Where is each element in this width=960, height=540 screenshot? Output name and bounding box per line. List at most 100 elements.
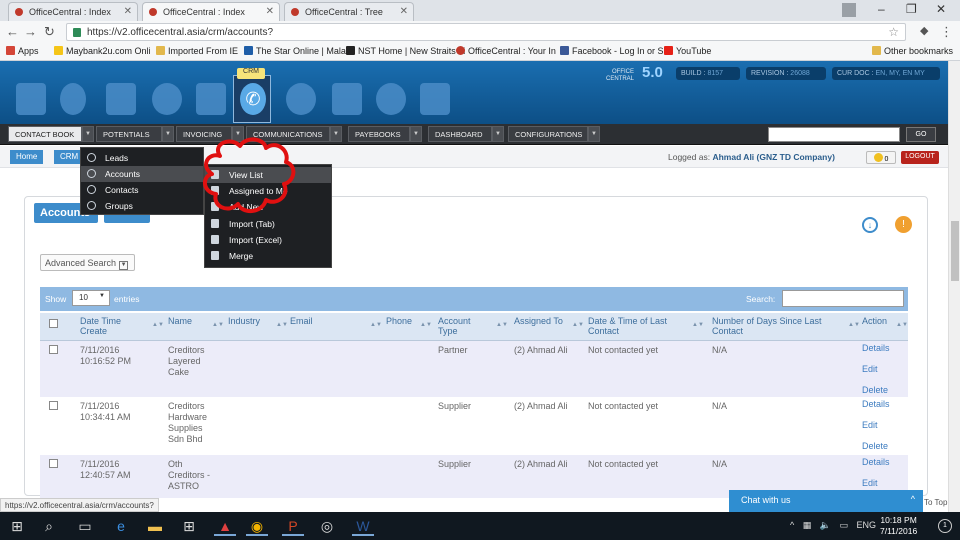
menu-item-groups[interactable]: Groups bbox=[81, 198, 203, 214]
bookmark-imported[interactable]: Imported From IE bbox=[156, 46, 238, 56]
sort-icon[interactable]: ▲▼ bbox=[212, 322, 224, 328]
page-scrollbar[interactable] bbox=[948, 61, 960, 513]
chrome-icon[interactable]: ◉ bbox=[246, 516, 268, 536]
edit-link[interactable]: Edit bbox=[862, 364, 878, 374]
menu-item-merge[interactable]: Merge bbox=[205, 248, 331, 264]
browser-tab-active[interactable]: OfficeCentral : Index ✕ bbox=[142, 2, 280, 21]
sort-icon[interactable]: ▲▼ bbox=[896, 322, 908, 328]
browser-tab[interactable]: OfficeCentral : Tree ✕ bbox=[284, 2, 414, 21]
minimize-icon[interactable]: – bbox=[878, 2, 885, 16]
bookmark-thestar[interactable]: The Star Online | Mala bbox=[244, 46, 346, 56]
report-module-icon[interactable] bbox=[152, 83, 182, 115]
network-icon[interactable]: ▦ bbox=[803, 520, 812, 530]
chevron-down-icon[interactable]: ▼ bbox=[492, 126, 504, 142]
acrobat-icon[interactable]: ▲ bbox=[214, 516, 236, 536]
to-top-link[interactable]: To Top bbox=[924, 498, 947, 507]
keyboard-icon[interactable]: ▭ bbox=[840, 520, 849, 530]
close-tab-icon[interactable]: ✕ bbox=[266, 6, 274, 17]
system-module-icon[interactable] bbox=[16, 83, 46, 115]
menu-item-assigned-to-me[interactable]: Assigned to Me bbox=[205, 183, 331, 199]
menu-item-view-list[interactable]: View List bbox=[205, 167, 331, 183]
menu-potentials[interactable]: POTENTIALS bbox=[96, 126, 162, 142]
go-button[interactable]: GO bbox=[906, 127, 936, 142]
column-email[interactable]: Email bbox=[290, 316, 313, 326]
windows-start-icon[interactable]: ⊞ bbox=[6, 516, 28, 536]
volume-icon[interactable]: 🔈 bbox=[820, 520, 831, 530]
bookmark-apps[interactable]: Apps bbox=[6, 46, 39, 56]
entries-select[interactable]: 10 ▼ bbox=[72, 290, 110, 306]
store-icon[interactable]: ⊞ bbox=[178, 516, 200, 536]
details-link[interactable]: Details bbox=[862, 399, 890, 409]
menu-payebooks[interactable]: PAYEBOOKS bbox=[348, 126, 410, 142]
sort-icon[interactable]: ▲▼ bbox=[572, 322, 584, 328]
chat-widget[interactable]: Chat with us ^ bbox=[729, 490, 923, 512]
menu-item-accounts[interactable]: Accounts bbox=[81, 166, 203, 182]
bookmark-maybank[interactable]: Maybank2u.com Onli bbox=[54, 46, 151, 56]
scrollbar-thumb[interactable] bbox=[951, 221, 959, 281]
column-assigned-to[interactable]: Assigned To bbox=[514, 316, 564, 326]
row-checkbox[interactable] bbox=[49, 345, 58, 354]
sort-icon[interactable]: ▲▼ bbox=[496, 322, 508, 328]
row-checkbox[interactable] bbox=[49, 401, 58, 410]
bookmark-facebook[interactable]: Facebook - Log In or S bbox=[560, 46, 664, 56]
column-days-since[interactable]: Number of Days Since Last Contact bbox=[712, 316, 852, 336]
menu-item-import-tab[interactable]: Import (Tab) bbox=[205, 216, 331, 232]
chevron-down-icon[interactable]: ▼ bbox=[330, 126, 342, 142]
chevron-down-icon[interactable]: ▼ bbox=[232, 126, 244, 142]
column-last-contact[interactable]: Date & Time of Last Contact bbox=[588, 316, 698, 336]
details-link[interactable]: Details bbox=[862, 457, 890, 467]
word-icon[interactable]: W bbox=[352, 516, 374, 536]
task-view-icon[interactable]: ▭ bbox=[74, 516, 96, 536]
menu-configurations[interactable]: CONFIGURATIONS bbox=[508, 126, 588, 142]
menu-invoicing[interactable]: INVOICING bbox=[176, 126, 232, 142]
column-phone[interactable]: Phone bbox=[386, 316, 412, 326]
column-industry[interactable]: Industry bbox=[228, 316, 260, 326]
sort-icon[interactable]: ▲▼ bbox=[692, 322, 704, 328]
system-clock[interactable]: 10:18 PM 7/11/2016 bbox=[880, 515, 917, 537]
logout-button[interactable]: LOGOUT bbox=[901, 151, 939, 164]
url-input[interactable]: https://v2.officecentral.asia/crm/accoun… bbox=[66, 23, 906, 41]
back-icon[interactable]: ← bbox=[6, 24, 19, 39]
bookmark-star-icon[interactable]: ☆ bbox=[888, 25, 899, 39]
chevron-down-icon[interactable]: ▼ bbox=[162, 126, 174, 142]
menu-contact-book[interactable]: CONTACT BOOK bbox=[8, 126, 82, 142]
column-account-type[interactable]: Account Type bbox=[438, 316, 488, 336]
browser-tab[interactable]: OfficeCentral : Index ✕ bbox=[8, 2, 138, 21]
mail-module-icon[interactable] bbox=[106, 83, 136, 115]
menu-icon[interactable]: ⋮ bbox=[940, 24, 953, 40]
table-search-input[interactable] bbox=[782, 290, 904, 307]
chevron-down-icon[interactable]: ▼ bbox=[588, 126, 600, 142]
notification-badge[interactable]: 0 bbox=[866, 151, 896, 164]
bookmark-nst[interactable]: NST Home | New Straits Ti bbox=[346, 46, 465, 56]
close-tab-icon[interactable]: ✕ bbox=[124, 6, 132, 17]
edge-icon[interactable]: e bbox=[110, 516, 132, 536]
help-icon[interactable]: ! bbox=[895, 216, 912, 233]
breadcrumb-home[interactable]: Home bbox=[10, 150, 44, 164]
profile-icon[interactable] bbox=[842, 3, 856, 17]
hr-module-icon[interactable] bbox=[60, 83, 86, 115]
select-all-checkbox[interactable] bbox=[49, 319, 58, 328]
search-icon[interactable]: ⌕ bbox=[38, 516, 60, 536]
sort-icon[interactable]: ▲▼ bbox=[370, 322, 382, 328]
menu-search-input[interactable] bbox=[768, 127, 900, 142]
reload-icon[interactable]: ↻ bbox=[44, 24, 55, 40]
inventory-module-icon[interactable] bbox=[332, 83, 362, 115]
row-checkbox[interactable] bbox=[49, 459, 58, 468]
close-window-icon[interactable]: ✕ bbox=[936, 2, 946, 16]
bookmark-other[interactable]: Other bookmarks bbox=[872, 46, 953, 56]
chevron-up-icon[interactable]: ^ bbox=[790, 520, 794, 530]
details-link[interactable]: Details bbox=[862, 343, 890, 353]
extension-icon[interactable]: ◆ bbox=[920, 24, 928, 37]
menu-dashboard[interactable]: DASHBOARD bbox=[428, 126, 492, 142]
menu-item-leads[interactable]: Leads bbox=[81, 150, 203, 166]
delete-link[interactable]: Delete bbox=[862, 385, 888, 395]
system-tray[interactable]: ^ ▦ 🔈 ▭ ENG bbox=[790, 520, 876, 531]
chevron-down-icon[interactable]: ▼ bbox=[82, 126, 94, 142]
language-indicator[interactable]: ENG bbox=[857, 520, 877, 530]
column-name[interactable]: Name bbox=[168, 316, 192, 326]
media-icon[interactable]: ◎ bbox=[316, 516, 338, 536]
close-tab-icon[interactable]: ✕ bbox=[400, 6, 408, 17]
file-explorer-icon[interactable]: ▬ bbox=[144, 516, 166, 536]
restore-icon[interactable]: ❐ bbox=[906, 2, 917, 16]
chevron-up-icon[interactable]: ^ bbox=[911, 494, 915, 504]
